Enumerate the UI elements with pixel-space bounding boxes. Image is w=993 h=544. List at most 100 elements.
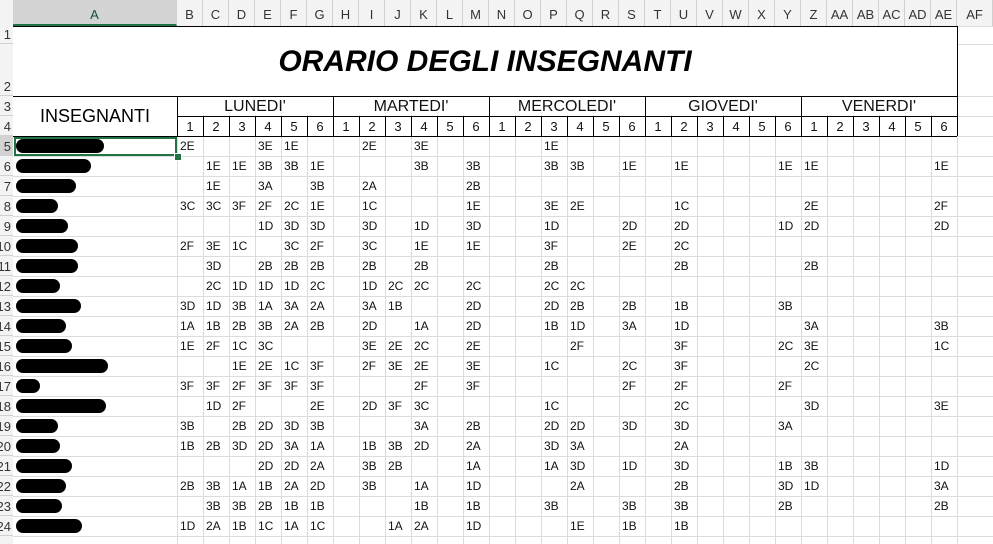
schedule-cell[interactable]: 2B bbox=[671, 476, 689, 496]
schedule-cell[interactable]: 3E bbox=[255, 136, 273, 156]
schedule-cell[interactable]: 3B bbox=[255, 156, 273, 176]
schedule-cell[interactable]: 3D bbox=[203, 256, 221, 276]
schedule-cell[interactable]: 1A bbox=[385, 516, 403, 536]
schedule-cell[interactable]: 2B bbox=[567, 296, 585, 316]
schedule-cell[interactable]: 3D bbox=[671, 416, 689, 436]
schedule-cell[interactable]: 1A bbox=[229, 476, 247, 496]
schedule-cell[interactable]: 3F bbox=[385, 396, 402, 416]
schedule-cell[interactable]: 3E bbox=[463, 356, 481, 376]
schedule-cell[interactable]: 3A bbox=[281, 436, 299, 456]
schedule-cell[interactable]: 1C bbox=[541, 396, 559, 416]
schedule-cell[interactable]: 2A bbox=[281, 476, 299, 496]
schedule-cell[interactable]: 3D bbox=[619, 416, 637, 436]
schedule-cell[interactable]: 1E bbox=[307, 196, 325, 216]
redacted-teacher-name[interactable] bbox=[16, 439, 60, 453]
hour-number[interactable]: 3 bbox=[385, 117, 411, 136]
hour-number[interactable]: 4 bbox=[411, 117, 437, 136]
schedule-cell[interactable]: 1C bbox=[541, 356, 559, 376]
schedule-cell[interactable]: 3B bbox=[567, 156, 585, 176]
schedule-cell[interactable]: 1C bbox=[307, 516, 325, 536]
schedule-cell[interactable]: 1E bbox=[801, 156, 819, 176]
schedule-cell[interactable]: 1E bbox=[203, 156, 221, 176]
schedule-cell[interactable]: 3B bbox=[359, 456, 377, 476]
day-header[interactable]: VENERDI' bbox=[801, 97, 957, 116]
schedule-cell[interactable]: 2B bbox=[255, 256, 273, 276]
schedule-cell[interactable]: 3B bbox=[359, 476, 377, 496]
schedule-cell[interactable]: 3F bbox=[671, 356, 688, 376]
hour-number[interactable]: 4 bbox=[255, 117, 281, 136]
hour-number[interactable]: 4 bbox=[723, 117, 749, 136]
schedule-cell[interactable]: 3D bbox=[359, 216, 377, 236]
redacted-teacher-name[interactable] bbox=[16, 199, 58, 213]
schedule-cell[interactable]: 3D bbox=[671, 456, 689, 476]
schedule-cell[interactable]: 2A bbox=[307, 296, 325, 316]
hour-number[interactable]: 3 bbox=[229, 117, 255, 136]
schedule-cell[interactable]: 3A bbox=[255, 176, 273, 196]
redacted-teacher-name[interactable] bbox=[16, 159, 91, 173]
schedule-cell[interactable]: 2F bbox=[775, 376, 792, 396]
schedule-cell[interactable]: 2D bbox=[359, 396, 377, 416]
schedule-cell[interactable]: 2D bbox=[281, 456, 299, 476]
hour-number[interactable]: 2 bbox=[359, 117, 385, 136]
redacted-teacher-name[interactable] bbox=[16, 419, 58, 433]
schedule-cell[interactable]: 1B bbox=[411, 496, 429, 516]
schedule-cell[interactable]: 3A bbox=[411, 416, 429, 436]
schedule-cell[interactable]: 3C bbox=[203, 196, 221, 216]
schedule-cell[interactable]: 3B bbox=[775, 296, 793, 316]
schedule-cell[interactable]: 1B bbox=[255, 476, 273, 496]
schedule-cell[interactable]: 1C bbox=[255, 516, 273, 536]
schedule-cell[interactable]: 2E bbox=[567, 196, 585, 216]
schedule-cell[interactable]: 3E bbox=[801, 336, 819, 356]
schedule-cell[interactable]: 1E bbox=[567, 516, 585, 536]
schedule-cell[interactable]: 2B bbox=[671, 256, 689, 276]
schedule-cell[interactable]: 1E bbox=[307, 156, 325, 176]
redacted-teacher-name[interactable] bbox=[16, 499, 62, 513]
hour-number[interactable]: 2 bbox=[203, 117, 229, 136]
hour-number[interactable]: 3 bbox=[541, 117, 567, 136]
schedule-cell[interactable]: 2F bbox=[229, 396, 246, 416]
schedule-cell[interactable]: 3B bbox=[255, 316, 273, 336]
schedule-cell[interactable]: 3D bbox=[463, 216, 481, 236]
schedule-cell[interactable]: 3A bbox=[281, 296, 299, 316]
schedule-cell[interactable]: 3A bbox=[775, 416, 793, 436]
schedule-cell[interactable]: 3F bbox=[307, 376, 324, 396]
hour-number[interactable]: 1 bbox=[489, 117, 515, 136]
schedule-cell[interactable]: 1E bbox=[463, 196, 481, 216]
schedule-cell[interactable]: 2B bbox=[229, 316, 247, 336]
hour-number[interactable]: 2 bbox=[827, 117, 853, 136]
schedule-cell[interactable]: 2E bbox=[619, 236, 637, 256]
schedule-cell[interactable]: 2F bbox=[229, 376, 246, 396]
schedule-cell[interactable]: 3F bbox=[307, 356, 324, 376]
schedule-cell[interactable]: 2D bbox=[931, 216, 949, 236]
schedule-cell[interactable]: 1A bbox=[463, 456, 481, 476]
schedule-cell[interactable]: 2D bbox=[255, 416, 273, 436]
schedule-cell[interactable]: 3D bbox=[801, 396, 819, 416]
schedule-cell[interactable]: 3D bbox=[775, 476, 793, 496]
schedule-cell[interactable]: 2C bbox=[671, 396, 689, 416]
schedule-cell[interactable]: 3F bbox=[177, 376, 194, 396]
schedule-cell[interactable]: 1C bbox=[359, 196, 377, 216]
hour-number[interactable]: 5 bbox=[749, 117, 775, 136]
schedule-cell[interactable]: 1A bbox=[307, 436, 325, 456]
schedule-cell[interactable]: 1E bbox=[229, 156, 247, 176]
teachers-header[interactable]: INSEGNANTI bbox=[13, 96, 177, 136]
schedule-cell[interactable]: 3B bbox=[307, 176, 325, 196]
schedule-cell[interactable]: 1D bbox=[567, 316, 585, 336]
schedule-cell[interactable]: 3A bbox=[359, 296, 377, 316]
schedule-cell[interactable]: 2C bbox=[307, 276, 325, 296]
schedule-cell[interactable]: 3B bbox=[541, 156, 559, 176]
schedule-cell[interactable]: 1B bbox=[385, 296, 403, 316]
hour-number[interactable]: 1 bbox=[333, 117, 359, 136]
schedule-cell[interactable]: 1E bbox=[281, 136, 299, 156]
hour-number[interactable]: 5 bbox=[437, 117, 463, 136]
schedule-cell[interactable]: 3A bbox=[931, 476, 949, 496]
schedule-cell[interactable]: 2C bbox=[411, 276, 429, 296]
schedule-cell[interactable]: 2C bbox=[541, 276, 559, 296]
schedule-cell[interactable]: 2B bbox=[931, 496, 949, 516]
schedule-cell[interactable]: 1E bbox=[229, 356, 247, 376]
schedule-cell[interactable]: 2D bbox=[671, 216, 689, 236]
hour-number[interactable]: 2 bbox=[671, 117, 697, 136]
schedule-cell[interactable]: 2A bbox=[671, 436, 689, 456]
schedule-cell[interactable]: 1C bbox=[281, 356, 299, 376]
schedule-cell[interactable]: 2F bbox=[307, 236, 324, 256]
